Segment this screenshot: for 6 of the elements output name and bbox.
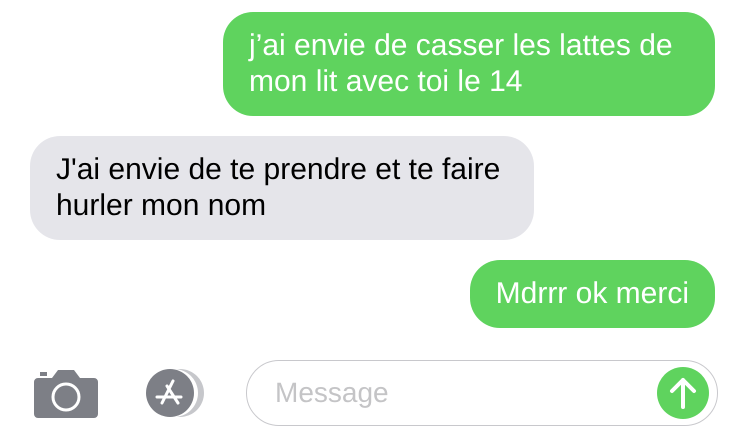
message-bubble: j’ai envie de casser les lattes de mon lit avec toi le 14 bbox=[223, 12, 715, 116]
message-field[interactable]: Message bbox=[246, 360, 718, 426]
message-bubble: Mdrrr ok merci bbox=[470, 260, 715, 328]
message-input[interactable]: Message bbox=[273, 376, 657, 410]
message-bubble: J'ai envie de te prendre et te faire hurler mon nom bbox=[30, 136, 534, 240]
camera-icon[interactable] bbox=[34, 368, 98, 418]
